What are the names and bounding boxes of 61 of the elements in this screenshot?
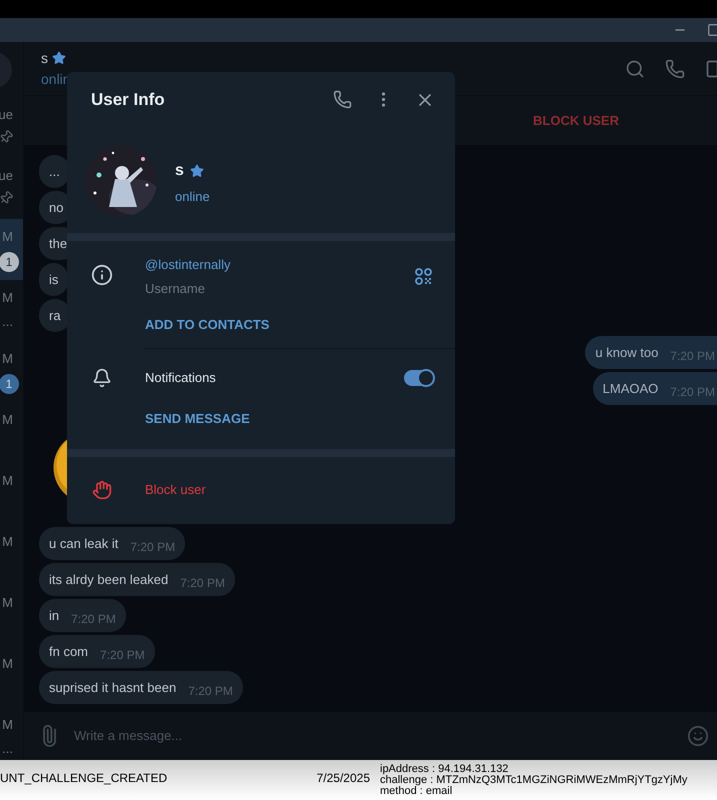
- message-time: 7:20 PM: [130, 539, 176, 556]
- chat-time: M: [2, 289, 13, 307]
- message-text: LMAOAO: [602, 380, 658, 398]
- message-input[interactable]: Write a message...: [74, 726, 687, 746]
- chat-time: M: [2, 350, 13, 368]
- chat-time: M: [2, 533, 13, 551]
- message-text: u can leak it: [49, 534, 118, 553]
- search-icon[interactable]: [625, 58, 645, 78]
- hand-icon: [92, 480, 112, 500]
- log-detail: ipAddress : 94.194.31.132: [380, 764, 510, 775]
- chat-time: M: [2, 716, 13, 734]
- phone-icon[interactable]: [665, 58, 685, 78]
- info-icon: [91, 264, 113, 286]
- block-user-button[interactable]: Block user: [145, 480, 206, 500]
- chat-time: M: [2, 655, 13, 673]
- username-label: Username: [145, 280, 206, 298]
- chat-time: M: [2, 594, 13, 612]
- message-text: fn com: [49, 642, 88, 661]
- toggle-thumb: [417, 369, 435, 387]
- profile-status: online: [175, 188, 210, 206]
- chat-list-item[interactable]: M 1: [0, 219, 23, 280]
- message-text: its alrdy been leaked: [49, 570, 168, 589]
- message-time: 7:20 PM: [670, 384, 715, 401]
- message-time: 7:20 PM: [71, 611, 116, 628]
- chat-title[interactable]: s: [41, 48, 48, 68]
- message-text: in: [49, 606, 60, 625]
- chat-preview: ...: [2, 313, 13, 331]
- notifications-label: Notifications: [145, 369, 216, 388]
- message-text: suprised it hasnt been: [49, 678, 176, 697]
- message-text: the: [49, 234, 68, 253]
- chat-preview: ...: [2, 740, 13, 758]
- message-text: is: [49, 270, 58, 289]
- message-time: 7:20 PM: [188, 683, 233, 700]
- profile-name: s: [175, 161, 184, 181]
- log-detail: method : email: [380, 786, 452, 797]
- log-event: UNT_CHALLENGE_CREATED: [0, 770, 168, 787]
- chat-time: M: [2, 228, 13, 246]
- message-composer[interactable]: Write a message...: [24, 712, 717, 760]
- chat-time: M: [2, 472, 13, 490]
- qr-code-icon[interactable]: [415, 268, 432, 285]
- message-time: 7:20 PM: [670, 348, 715, 365]
- add-to-contacts-button[interactable]: ADD TO CONTACTS: [145, 315, 270, 334]
- message-time: 7:20 PM: [180, 575, 225, 592]
- phone-icon[interactable]: [333, 90, 352, 109]
- bell-icon: [92, 368, 112, 388]
- log-date: 7/25/2025: [316, 770, 370, 787]
- unread-badge: 1: [0, 374, 19, 394]
- unread-badge: 1: [0, 252, 19, 272]
- send-message-button[interactable]: SEND MESSAGE: [145, 409, 250, 428]
- message-text: ra: [49, 306, 61, 325]
- notifications-toggle[interactable]: [404, 370, 434, 386]
- message-time: 7:20 PM: [100, 647, 145, 664]
- message-text: ...: [49, 162, 60, 181]
- dialog-title: User Info: [91, 88, 165, 111]
- log-detail: challenge : MTZmNzQ3MTc1MGZiNGRiMWEzMmRjYTgzYjMy: [380, 775, 688, 786]
- message-text: no: [49, 198, 64, 217]
- username[interactable]: @lostinternally: [145, 255, 230, 274]
- chat-time: M: [2, 411, 13, 429]
- message-text: u know too: [595, 344, 658, 362]
- block-user-button[interactable]: BLOCK USER: [533, 110, 619, 130]
- maximize-icon[interactable]: [707, 23, 717, 37]
